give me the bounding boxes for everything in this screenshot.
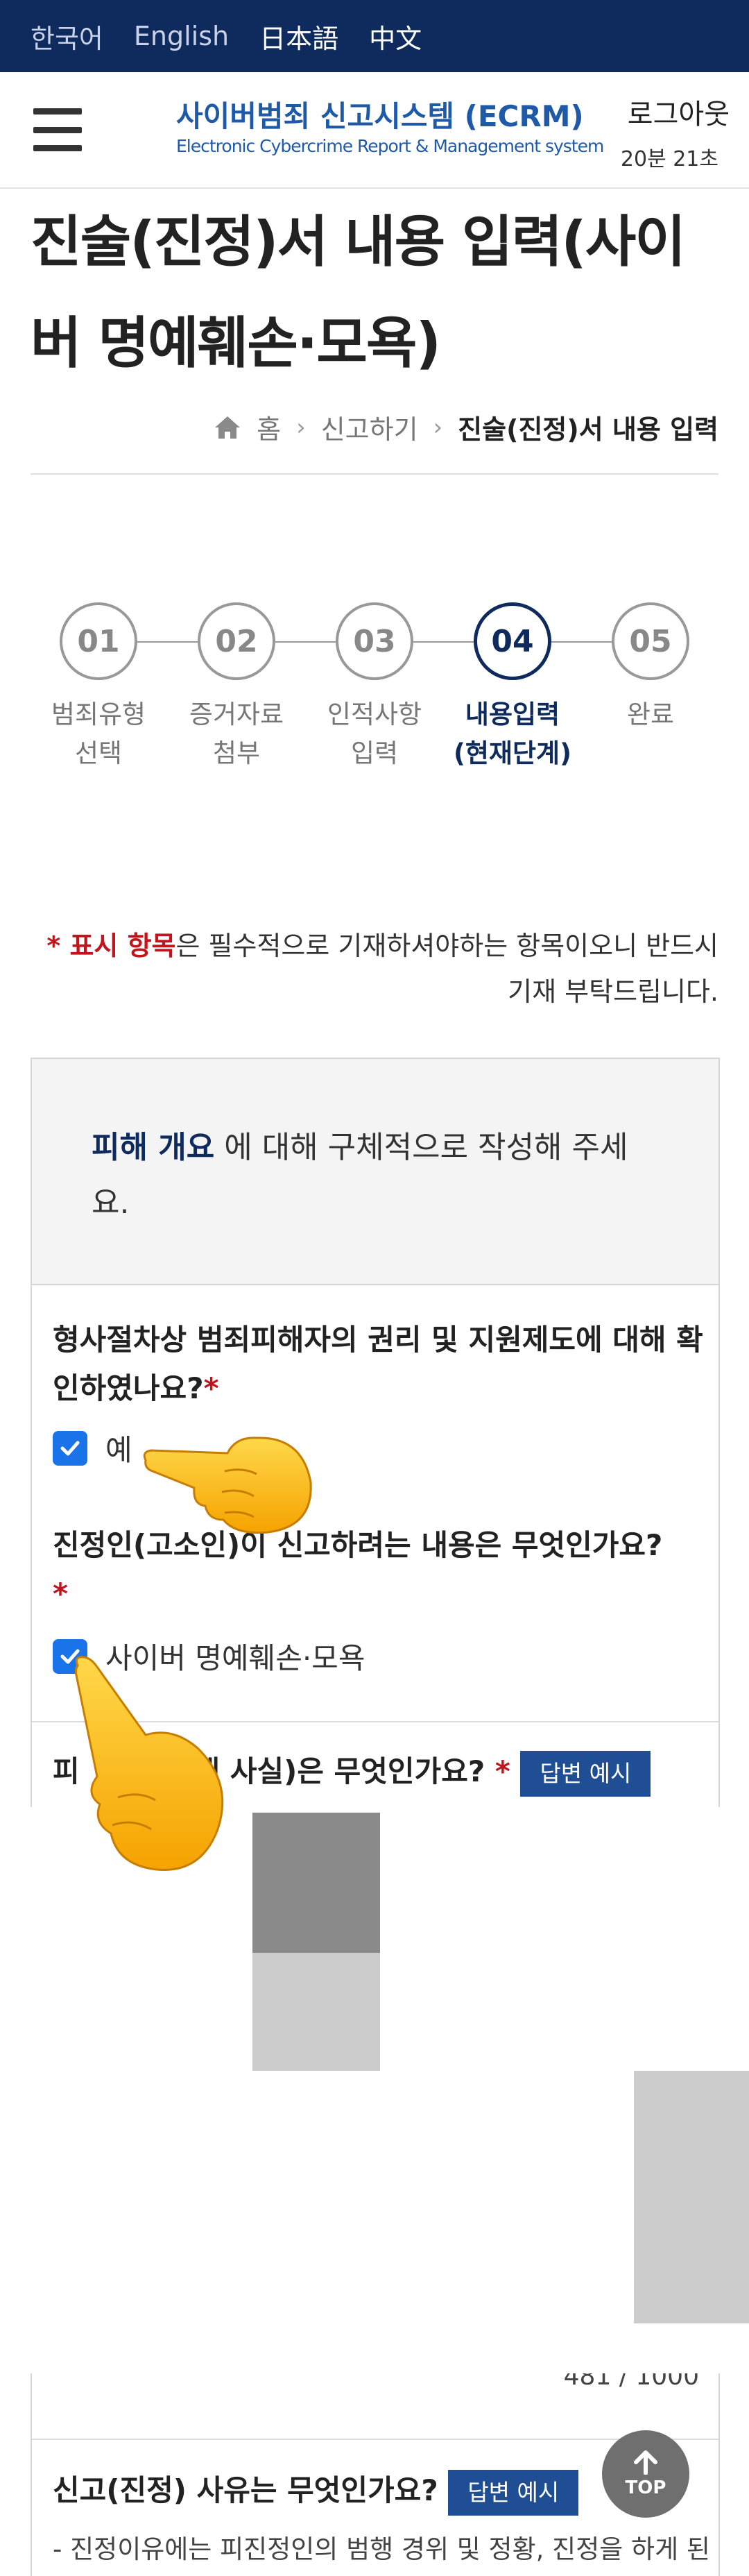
step-number: 01	[60, 602, 137, 680]
yes-label[interactable]: 예	[105, 1427, 132, 1469]
required-notice-text: 은 필수적으로 기재하셔야하는 항목이오니 반드시 기재 부탁드립니다.	[175, 931, 718, 1007]
step-number: 02	[198, 602, 275, 680]
step-3: 03 인적사항입력	[307, 602, 442, 773]
scroll-top-button[interactable]: TOP	[602, 2430, 689, 2518]
required-star: *	[203, 1371, 219, 1405]
step-label: (현재단계)	[454, 738, 571, 768]
step-1: 01 범죄유형선택	[31, 602, 166, 773]
session-timer: 20분 21초	[620, 147, 718, 171]
required-star: *	[53, 1577, 68, 1611]
page-title: 진술(진정)서 내용 입력(사이버 명예훼손·모욕)	[31, 210, 686, 375]
question-text: 형사절차상 범죄피해자의 권리 및 지원제도에 대해 확인하였나요?	[53, 1323, 703, 1405]
breadcrumb-home[interactable]: 홈	[257, 408, 281, 446]
lang-korean[interactable]: 한국어	[31, 17, 103, 56]
section-divider	[32, 2439, 718, 2440]
lang-japanese[interactable]: 日本語	[259, 17, 338, 56]
question-text: 신고(진정) 사유는 무엇인가요?	[53, 2473, 438, 2507]
menu-icon[interactable]	[33, 108, 82, 151]
question-text: 해 사실)은 무엇인가요?	[193, 1754, 485, 1788]
breadcrumb-report[interactable]: 신고하기	[321, 408, 418, 446]
question-victim-rights: 형사절차상 범죄피해자의 권리 및 지원제도에 대해 확인하였나요?*	[53, 1316, 705, 1413]
arrow-up-icon	[634, 2450, 657, 2475]
required-mark-label: * 표시 항목	[46, 931, 176, 961]
breadcrumb-current: 진술(진정)서 내용 입력	[458, 414, 718, 445]
site-header: 사이버범죄 신고시스템 (ECRM) Electronic Cybercrime…	[0, 72, 749, 189]
step-number: 04	[474, 602, 551, 680]
lang-english[interactable]: English	[134, 21, 229, 51]
yes-checkbox[interactable]	[53, 1430, 87, 1466]
step-5: 05 완료	[583, 602, 718, 734]
step-label: 선택	[74, 738, 123, 768]
pointing-hand-icon	[143, 1437, 312, 1534]
top-label: TOP	[625, 2477, 666, 2498]
step-label: 완료	[626, 700, 675, 729]
gray-placeholder	[634, 2071, 749, 2323]
logout-button[interactable]: 로그아웃	[628, 92, 730, 132]
step-number: 03	[336, 602, 413, 680]
home-icon[interactable]	[214, 415, 241, 440]
step-label: 범죄유형	[51, 700, 146, 729]
option-yes-row[interactable]: 예	[53, 1427, 132, 1469]
title-divider	[31, 473, 718, 475]
progress-steps: 01 범죄유형선택 02 증거자료첨부 03 인적사항입력 04 내용입력 (현재…	[31, 602, 718, 797]
step-number: 05	[612, 602, 689, 680]
step-4-current: 04 내용입력 (현재단계)	[445, 602, 580, 773]
answer-example-button[interactable]: 답변 예시	[448, 2469, 579, 2516]
site-logo-title[interactable]: 사이버범죄 신고시스템 (ECRM)	[176, 93, 584, 135]
required-notice: * 표시 항목은 필수적으로 기재하셔야하는 항목이오니 반드시 기재 부탁드립…	[25, 923, 718, 1015]
lang-chinese[interactable]: 中文	[369, 17, 422, 56]
required-star: *	[494, 1754, 510, 1788]
reason-description: - 진정이유에는 피진정인의 범행 경위 및 정황, 진정을 하게 된 동기와 …	[53, 2534, 710, 2564]
step-label: 첨부	[212, 738, 261, 768]
answer-example-button[interactable]: 답변 예시	[520, 1750, 651, 1797]
form-intro: 피해 개요 에 대해 구체적으로 작성해 주세요.	[32, 1059, 718, 1285]
step-label: 인적사항	[327, 700, 422, 729]
chevron-right-icon: ›	[433, 413, 443, 441]
language-bar: 한국어 English 日本語 中文	[0, 0, 749, 72]
intro-emphasis: 피해 개요	[92, 1130, 215, 1165]
checkmark-icon	[60, 1441, 80, 1455]
gray-placeholder	[252, 1953, 380, 2071]
gray-placeholder	[252, 1813, 380, 1953]
pointing-hand-icon	[74, 1656, 224, 1872]
site-logo-subtitle: Electronic Cybercrime Report & Managemen…	[176, 136, 604, 156]
step-label: 입력	[350, 738, 399, 768]
chevron-right-icon: ›	[296, 413, 306, 441]
breadcrumb: 홈 › 신고하기 › 진술(진정)서 내용 입력	[214, 408, 718, 446]
step-label: 증거자료	[189, 700, 284, 729]
step-label: 내용입력	[465, 700, 560, 729]
step-2: 02 증거자료첨부	[169, 602, 304, 773]
